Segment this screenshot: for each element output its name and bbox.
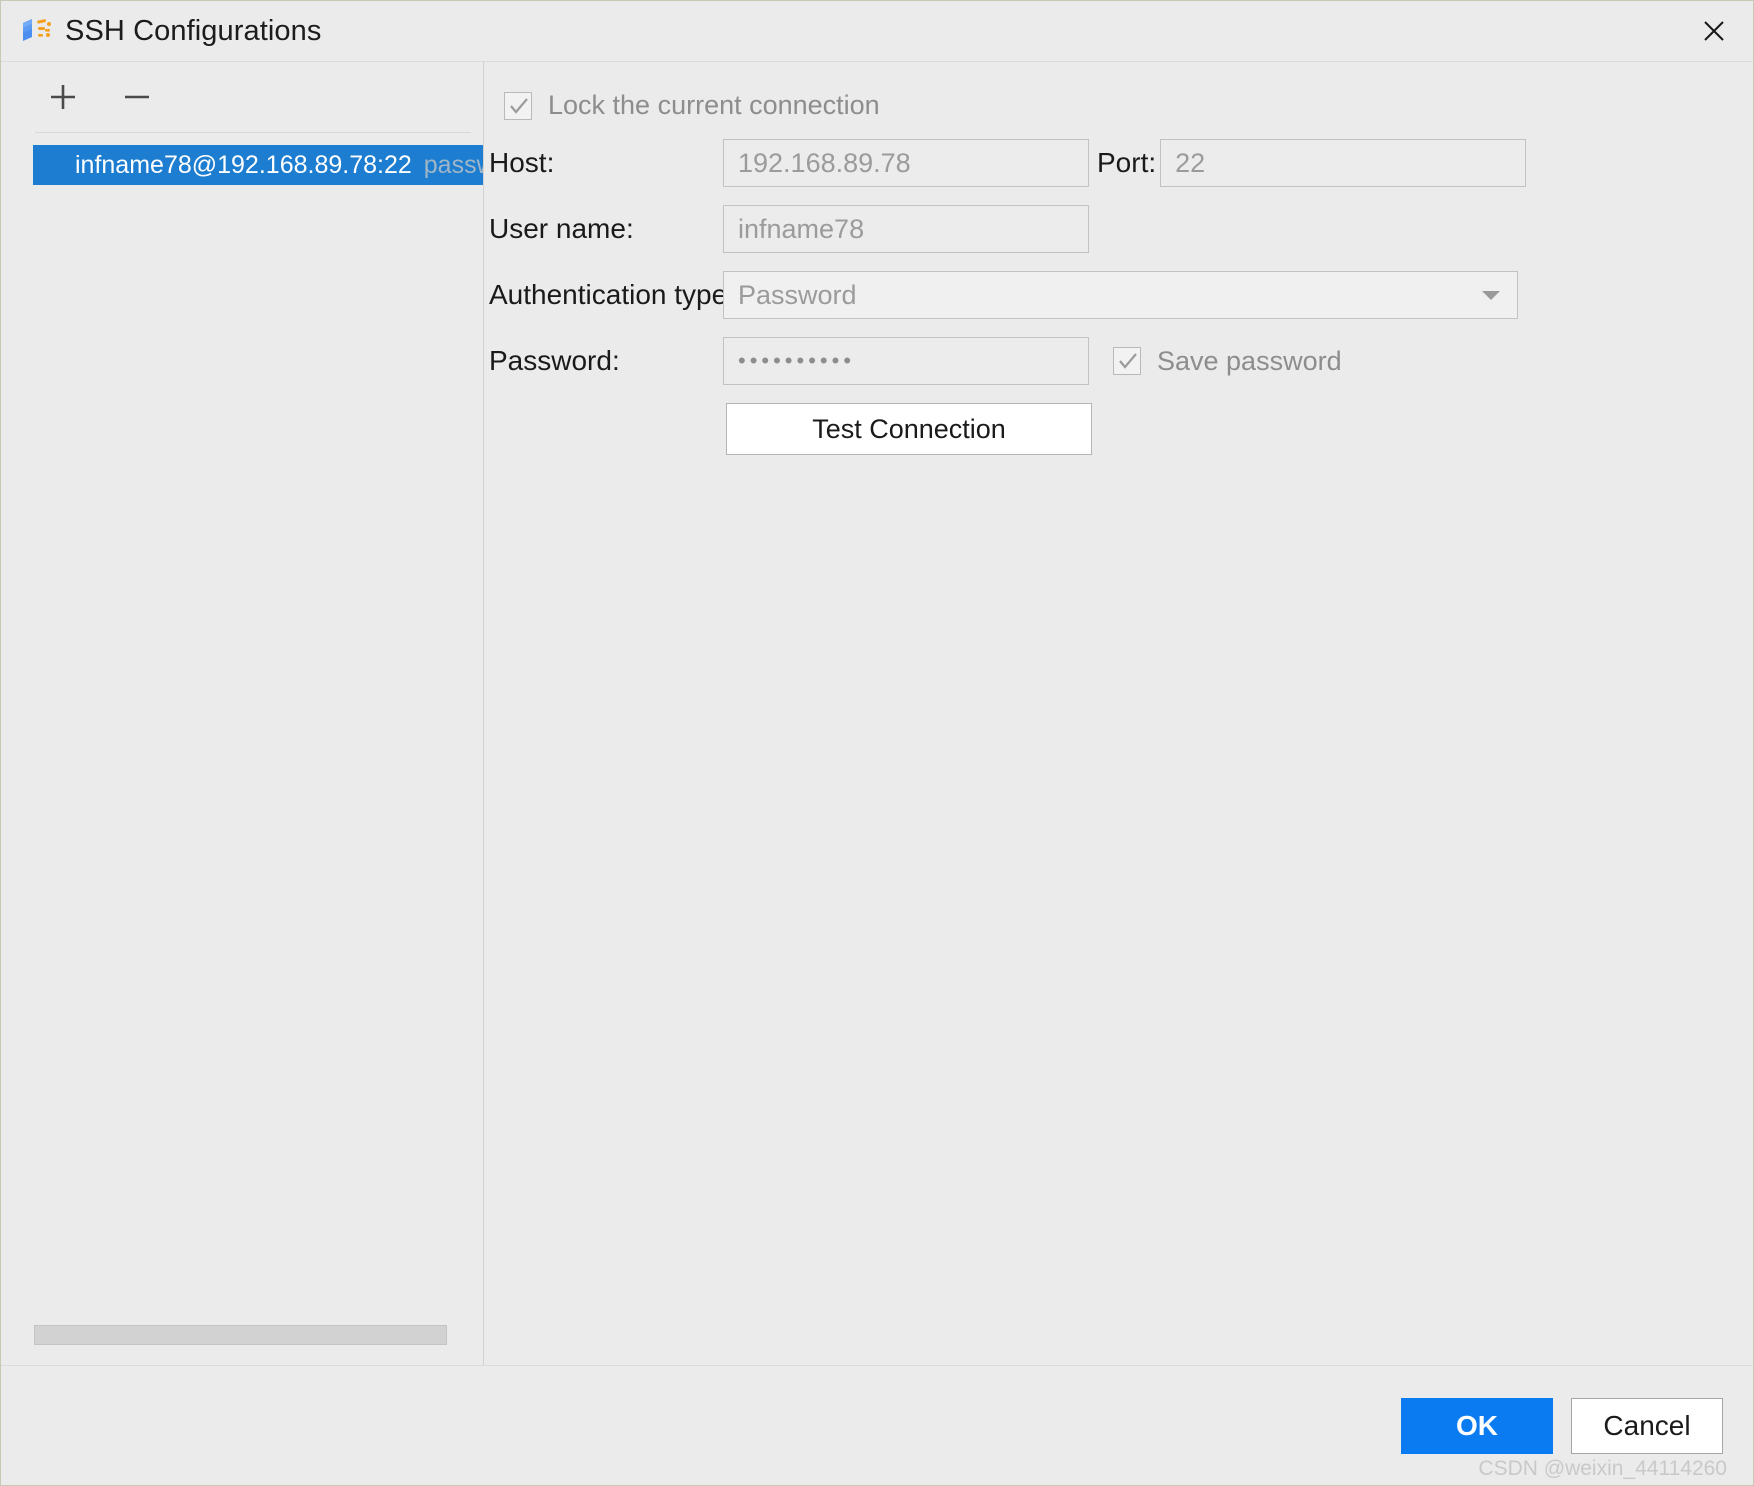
save-password-label: Save password xyxy=(1157,345,1342,376)
dialog-footer: OK Cancel CSDN @weixin_44114260 xyxy=(1,1365,1753,1485)
password-input[interactable]: •••••••••• xyxy=(723,337,1089,385)
auth-type-select[interactable]: Password xyxy=(723,271,1518,319)
title-bar: SSH Configurations xyxy=(1,1,1753,62)
remove-configuration-button[interactable] xyxy=(111,71,163,123)
list-item[interactable]: infname78@192.168.89.78:22 passw xyxy=(33,145,483,185)
auth-type-value: Password xyxy=(738,279,857,310)
ok-button[interactable]: OK xyxy=(1401,1397,1553,1454)
connections-sidebar: infname78@192.168.89.78:22 passw xyxy=(1,62,484,1365)
port-label: Port: xyxy=(1097,147,1157,178)
close-icon[interactable] xyxy=(1675,1,1753,61)
test-connection-row: Test Connection xyxy=(484,403,1753,455)
username-label: User name: xyxy=(489,213,634,244)
dialog-body: infname78@192.168.89.78:22 passw Lock th… xyxy=(1,62,1753,1365)
connections-list: infname78@192.168.89.78:22 passw xyxy=(1,133,483,1365)
ssh-configurations-dialog: SSH Configurations infname78@192.168.89.… xyxy=(0,0,1754,1486)
add-configuration-button[interactable] xyxy=(37,71,89,123)
host-label: Host: xyxy=(489,147,555,178)
window-title: SSH Configurations xyxy=(65,14,322,47)
lock-connection-row: Lock the current connection xyxy=(484,62,1753,121)
connection-form: Lock the current connection Host: 192.16… xyxy=(484,62,1753,1365)
lock-connection-checkbox[interactable] xyxy=(504,91,532,120)
save-password-checkbox[interactable] xyxy=(1113,347,1141,375)
password-row: Password: •••••••••• Save password xyxy=(484,337,1753,385)
port-input[interactable]: 22 xyxy=(1160,139,1527,187)
lock-connection-label: Lock the current connection xyxy=(548,90,880,120)
test-connection-button[interactable]: Test Connection xyxy=(726,403,1092,455)
host-input[interactable]: 192.168.89.78 xyxy=(723,139,1089,187)
auth-type-row: Authentication type: Password xyxy=(484,271,1753,319)
list-item-label: infname78@192.168.89.78:22 xyxy=(75,150,412,179)
sidebar-toolbar xyxy=(1,62,483,132)
horizontal-scrollbar[interactable] xyxy=(34,1325,447,1345)
save-password-group: Save password xyxy=(1113,346,1342,377)
list-item-sublabel: passw xyxy=(423,150,483,179)
watermark: CSDN @weixin_44114260 xyxy=(1478,1457,1727,1480)
ssh-server-icon xyxy=(19,16,53,46)
password-label: Password: xyxy=(489,345,620,376)
chevron-down-icon[interactable] xyxy=(1465,272,1517,318)
cancel-button[interactable]: Cancel xyxy=(1571,1397,1723,1454)
username-input[interactable]: infname78 xyxy=(723,205,1089,253)
auth-type-label: Authentication type: xyxy=(489,279,735,310)
host-row: Host: 192.168.89.78 Port: 22 xyxy=(484,139,1753,187)
username-row: User name: infname78 xyxy=(484,205,1753,253)
